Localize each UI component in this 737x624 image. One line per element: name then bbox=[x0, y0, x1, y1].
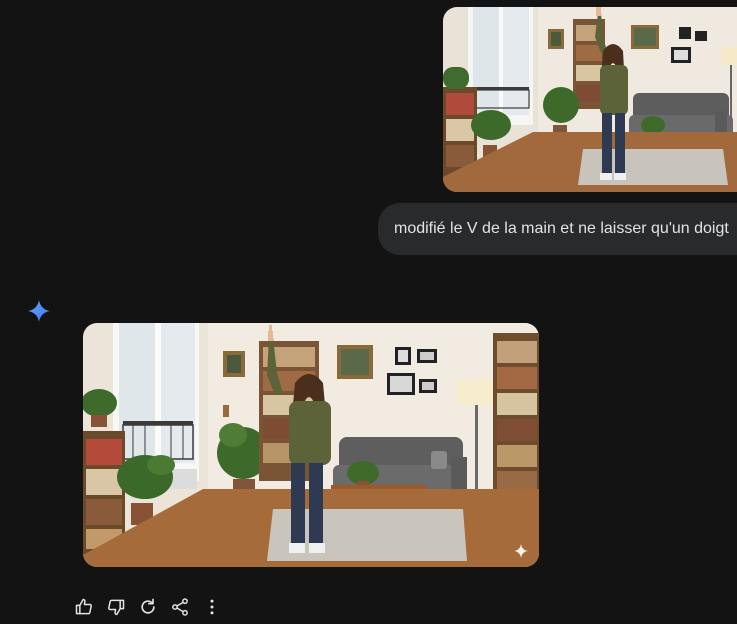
user-uploaded-image[interactable] bbox=[443, 7, 737, 192]
more-options-icon bbox=[210, 599, 214, 615]
living-room-photo-original bbox=[443, 7, 737, 192]
living-room-photo-edited bbox=[83, 323, 539, 567]
ai-generated-sparkle-icon bbox=[513, 543, 529, 559]
thumbs-up-button[interactable] bbox=[72, 595, 96, 619]
thumbs-down-icon bbox=[108, 599, 125, 616]
share-button[interactable] bbox=[168, 595, 192, 619]
chat-window: modifié le V de la main et ne laisser qu… bbox=[0, 0, 737, 624]
user-message-bubble: modifié le V de la main et ne laisser qu… bbox=[378, 203, 737, 255]
response-action-bar bbox=[72, 594, 224, 620]
generated-image[interactable] bbox=[83, 323, 539, 567]
more-options-button[interactable] bbox=[200, 595, 224, 619]
regenerate-icon bbox=[141, 598, 155, 614]
share-icon bbox=[172, 598, 188, 616]
user-message-text: modifié le V de la main et ne laisser qu… bbox=[394, 220, 729, 237]
regenerate-button[interactable] bbox=[136, 595, 160, 619]
gemini-spark-icon bbox=[27, 299, 51, 323]
thumbs-up-icon bbox=[75, 598, 92, 615]
thumbs-down-button[interactable] bbox=[104, 595, 128, 619]
